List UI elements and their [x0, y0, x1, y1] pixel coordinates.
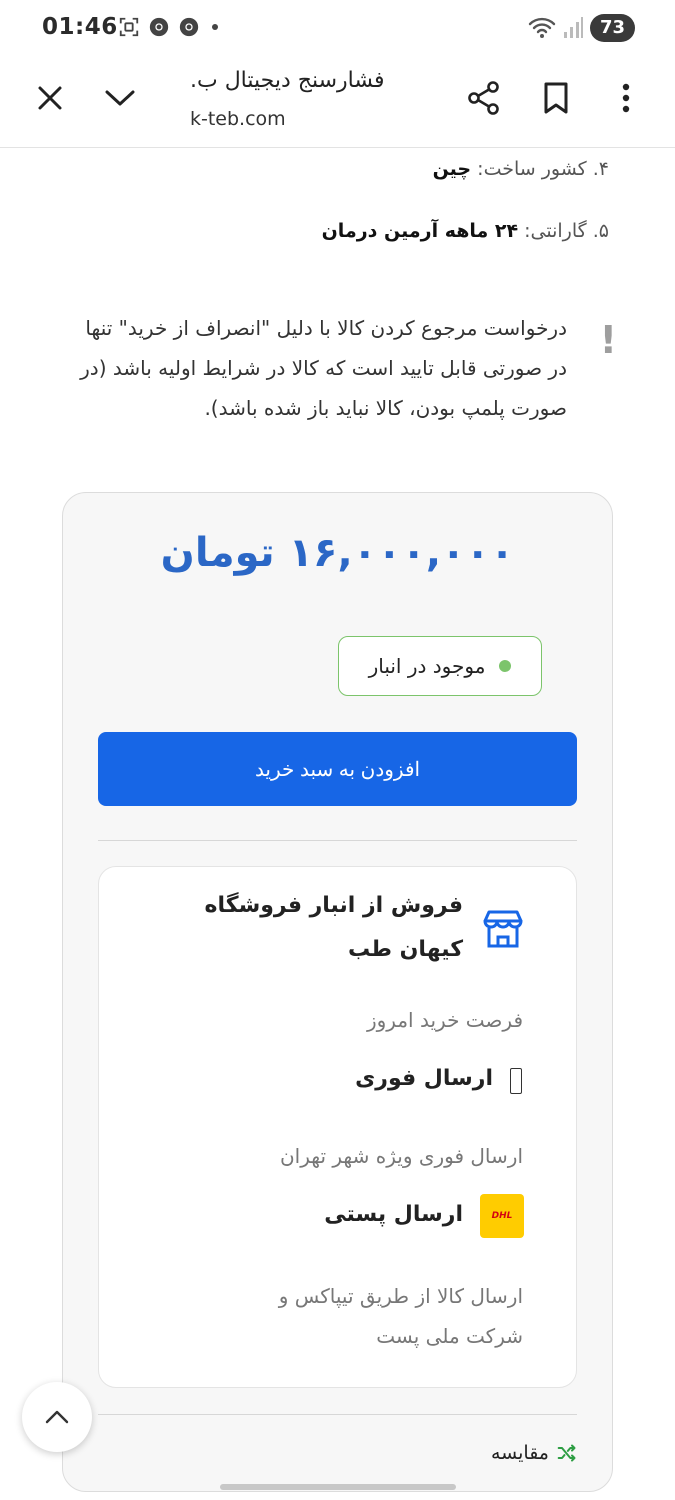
scroll-to-top-button[interactable] [22, 1382, 92, 1452]
stock-status-text: موجود در انبار [368, 654, 486, 678]
dhl-logo-text: DHL [491, 1211, 513, 1221]
post-shipping-description: ارسال کالا از طریق تیپاکس و شرکت ملی پست [278, 1284, 523, 1348]
chevron-down-icon [105, 90, 135, 106]
purchase-opportunity-label: فرصت خرید امروز [366, 1008, 523, 1032]
warning-icon: ! [599, 318, 617, 362]
stock-status-badge: موجود در انبار [338, 636, 542, 696]
dhl-logo-icon: DHL [480, 1194, 524, 1238]
more-options-button[interactable] [602, 74, 650, 122]
battery-indicator: 73 [589, 14, 635, 42]
seller-name: فروش از انبار فروشگاه کیهان طب [204, 893, 463, 962]
spec-country-value: چین [432, 158, 472, 180]
chrome-icon [149, 17, 169, 37]
close-button[interactable] [26, 74, 74, 122]
divider [98, 840, 577, 841]
bookmark-button[interactable] [532, 74, 580, 122]
home-indicator[interactable] [220, 1484, 456, 1490]
more-vertical-icon [622, 83, 630, 113]
status-notification-icons [118, 16, 218, 38]
chrome-icon [179, 17, 199, 37]
page-title: فشارسنج دیجیتال ب. [190, 68, 385, 93]
return-policy-notice: درخواست مرجوع کردن کالا با دلیل "انصراف … [80, 316, 567, 420]
close-icon [38, 86, 62, 110]
spec-country: ۴. کشور ساخت: چین [433, 158, 609, 180]
store-icon [483, 910, 523, 948]
spec-warranty: ۵. گارانتی: ۲۴ ماهه آرمین درمان [322, 220, 609, 242]
fast-shipping-icon [510, 1068, 522, 1094]
fast-shipping-description: ارسال فوری ویژه شهر تهران [279, 1144, 523, 1168]
chevron-up-icon [45, 1410, 69, 1424]
status-system-icons: 73 [528, 14, 635, 42]
page-url: k-teb.com [190, 108, 286, 130]
bookmark-icon [544, 82, 568, 114]
spec-warranty-value: ۲۴ ماهه آرمین درمان [321, 220, 519, 242]
divider [98, 1414, 577, 1415]
stock-status-dot [499, 660, 512, 672]
minimize-button[interactable] [96, 74, 144, 122]
signal-icon [563, 17, 583, 38]
wifi-icon [528, 17, 556, 38]
compare-link[interactable]: مقایسه [491, 1442, 577, 1464]
product-price: ۱۶,۰۰۰,۰۰۰ تومان [160, 530, 515, 576]
shuffle-icon [557, 1444, 576, 1462]
share-icon [468, 81, 499, 115]
status-bar: 01:46 73 [0, 0, 675, 58]
add-to-cart-button[interactable]: افزودن به سبد خرید [98, 732, 577, 806]
spec-country-label: ۴. کشور ساخت: [471, 158, 609, 180]
more-notifications-dot [212, 24, 218, 30]
post-shipping-title: ارسال پستی [324, 1202, 463, 1227]
screenshot-icon [119, 17, 139, 37]
browser-toolbar: فشارسنج دیجیتال ب. k-teb.com [0, 58, 675, 148]
compare-label: مقایسه [490, 1442, 549, 1464]
status-time: 01:46 [42, 14, 118, 40]
share-button[interactable] [460, 74, 508, 122]
fast-shipping-title: ارسال فوری [355, 1066, 493, 1091]
spec-warranty-label: ۵. گارانتی: [518, 220, 609, 242]
